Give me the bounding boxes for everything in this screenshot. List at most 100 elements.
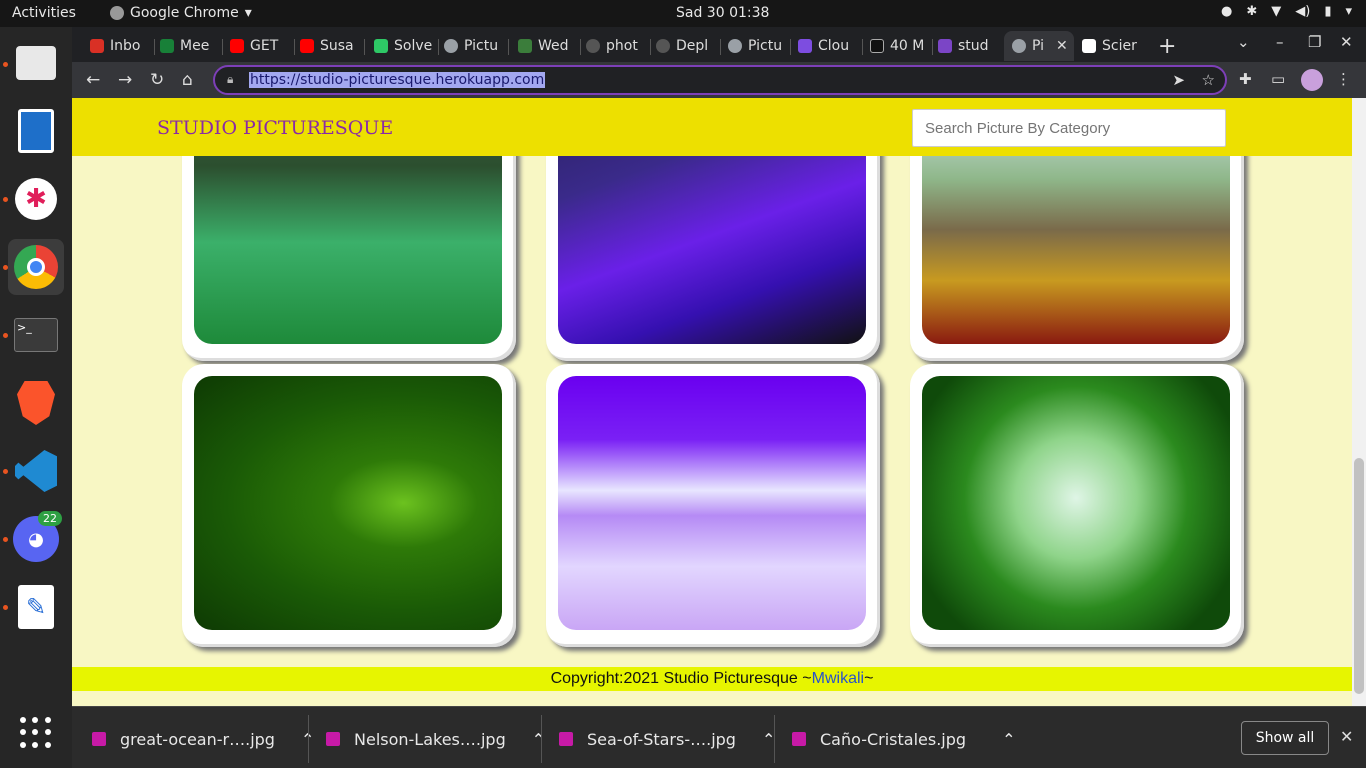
youtube-icon (230, 39, 244, 53)
site-header: STUDIO PICTURESQUE (72, 98, 1352, 156)
show-applications-icon[interactable] (20, 717, 52, 749)
globe-icon (444, 39, 458, 53)
chevron-down-icon: ▾ (1345, 4, 1352, 19)
site-brand[interactable]: STUDIO PICTURESQUE (157, 117, 393, 139)
volume-icon: ◀) (1295, 4, 1311, 19)
globe-icon (728, 39, 742, 53)
close-icon[interactable]: ✕ (1340, 727, 1353, 746)
dock: ✱ >_ ◕ 22 ✎ (0, 27, 72, 768)
science-icon (1082, 39, 1096, 53)
chevron-up-icon[interactable]: ⌃ (532, 730, 545, 749)
menu-kebab-icon[interactable]: ⋮ (1336, 70, 1351, 88)
tab[interactable]: Depl (656, 31, 714, 61)
image-file-icon (792, 732, 806, 746)
show-all-button[interactable]: Show all (1241, 721, 1329, 755)
download-item[interactable]: Caño-Cristales.jpg ⌃ (792, 721, 1015, 757)
address-bar[interactable]: 🔒︎ https://studio-picturesque.herokuapp.… (213, 65, 1227, 95)
reload-icon[interactable]: ↻ (150, 70, 164, 90)
tunnel-of-love-image[interactable] (194, 376, 502, 630)
picture-card[interactable] (910, 364, 1244, 647)
close-window-icon[interactable]: ✕ (1340, 33, 1353, 51)
site-footer: Copyright:2021 Studio Picturesque ~Mwika… (72, 667, 1352, 691)
clock[interactable]: Sad 30 01:38 (676, 5, 769, 21)
download-filename: great-ocean-r….jpg (120, 729, 275, 749)
cast-icon[interactable]: ▭ (1271, 70, 1285, 88)
wifi-icon: ▼ (1271, 4, 1282, 19)
tab[interactable]: phot (586, 31, 644, 61)
discord-app-icon[interactable]: ◕ 22 (8, 511, 64, 567)
tab-search-icon[interactable]: ⌄ (1237, 33, 1250, 51)
tab[interactable]: GET (230, 31, 288, 61)
tab[interactable]: Pictu (444, 31, 502, 61)
bootstrap-icon (870, 39, 884, 53)
image-file-icon (559, 732, 573, 746)
files-app-icon[interactable] (8, 35, 64, 91)
back-icon[interactable]: ← (86, 70, 100, 90)
close-tab-icon[interactable]: ✕ (1056, 38, 1068, 54)
home-icon[interactable]: ⌂ (182, 70, 193, 90)
tab[interactable]: Susa (300, 31, 358, 61)
app-menu[interactable]: Google Chrome ▾ (110, 5, 252, 21)
image-file-icon (326, 732, 340, 746)
chevron-down-icon: ▾ (244, 5, 252, 21)
forward-icon[interactable]: → (118, 70, 132, 90)
profile-avatar[interactable] (1301, 69, 1323, 91)
maximize-icon[interactable]: ❐ (1308, 33, 1321, 51)
toolbar: ← → ↻ ⌂ 🔒︎ https://studio-picturesque.he… (72, 62, 1366, 98)
image-viewer-app-icon[interactable] (8, 103, 64, 159)
tab[interactable]: Clou (798, 31, 856, 61)
download-filename: Caño-Cristales.jpg (820, 729, 967, 749)
chrome-icon (110, 6, 124, 20)
battery-icon: ▮ (1324, 4, 1332, 19)
extensions-icon[interactable]: ✚ (1239, 70, 1252, 88)
tab[interactable]: Wed (518, 31, 576, 61)
author-link[interactable]: Mwikali (812, 670, 864, 687)
tab-active[interactable]: Pi ✕ (1004, 31, 1074, 61)
activities-button[interactable]: Activities (12, 5, 76, 21)
tab[interactable]: stud (938, 31, 996, 61)
image-file-icon (92, 732, 106, 746)
rakotzbrucke-bridge-image[interactable] (922, 376, 1230, 630)
minimize-icon[interactable]: – (1276, 33, 1284, 51)
scrollbar-thumb[interactable] (1354, 458, 1364, 694)
text-editor-app-icon[interactable]: ✎ (8, 579, 64, 635)
cloudinary-icon (798, 39, 812, 53)
salt-flat-reflection-image[interactable] (558, 376, 866, 630)
chrome-app-icon[interactable] (8, 239, 64, 295)
globe-icon (1012, 39, 1026, 53)
vscode-app-icon[interactable] (8, 443, 64, 499)
download-item[interactable]: Nelson-Lakes….jpg ⌃ (326, 721, 545, 757)
brave-app-icon[interactable] (8, 375, 64, 431)
page-scrollbar[interactable] (1352, 98, 1366, 706)
gmail-icon (90, 39, 104, 53)
system-tray[interactable]: ● ✱ ▼ ◀) ▮ ▾ (1221, 4, 1352, 19)
terminal-app-icon[interactable]: >_ (8, 307, 64, 363)
copyright-tail: ~ (864, 670, 874, 687)
tab[interactable]: Solve (374, 31, 434, 61)
copyright-text: Copyright:2021 Studio Picturesque ~ (550, 670, 812, 687)
picture-card[interactable] (546, 364, 880, 647)
heroku-icon (938, 39, 952, 53)
download-item[interactable]: great-ocean-r….jpg ⌃ (92, 721, 314, 757)
chevron-up-icon[interactable]: ⌃ (1002, 730, 1015, 749)
lock-icon[interactable]: 🔒︎ (227, 72, 233, 87)
github-icon (656, 39, 670, 53)
url-text[interactable]: https://studio-picturesque.herokuapp.com (249, 72, 546, 88)
send-icon[interactable]: ➤ (1172, 71, 1185, 89)
slack-app-icon[interactable]: ✱ (8, 171, 64, 227)
notification-badge: 22 (38, 511, 62, 526)
system-top-bar: Activities Google Chrome ▾ Sad 30 01:38 … (0, 0, 1366, 27)
search-input[interactable] (912, 109, 1226, 147)
bookmark-star-icon[interactable]: ☆ (1202, 71, 1215, 89)
download-item[interactable]: Sea-of-Stars-….jpg ⌃ (559, 721, 775, 757)
new-tab-button[interactable]: + (1158, 31, 1178, 61)
tab[interactable]: Mee (160, 31, 214, 61)
tab[interactable]: Scier (1082, 31, 1140, 61)
tree-icon (518, 39, 532, 53)
tab[interactable]: Pictu (728, 31, 786, 61)
download-filename: Sea-of-Stars-….jpg (587, 729, 736, 749)
tab[interactable]: 40 M (870, 31, 926, 61)
youtube-icon (300, 39, 314, 53)
picture-card[interactable] (182, 364, 516, 647)
tab[interactable]: Inbo (90, 31, 148, 61)
